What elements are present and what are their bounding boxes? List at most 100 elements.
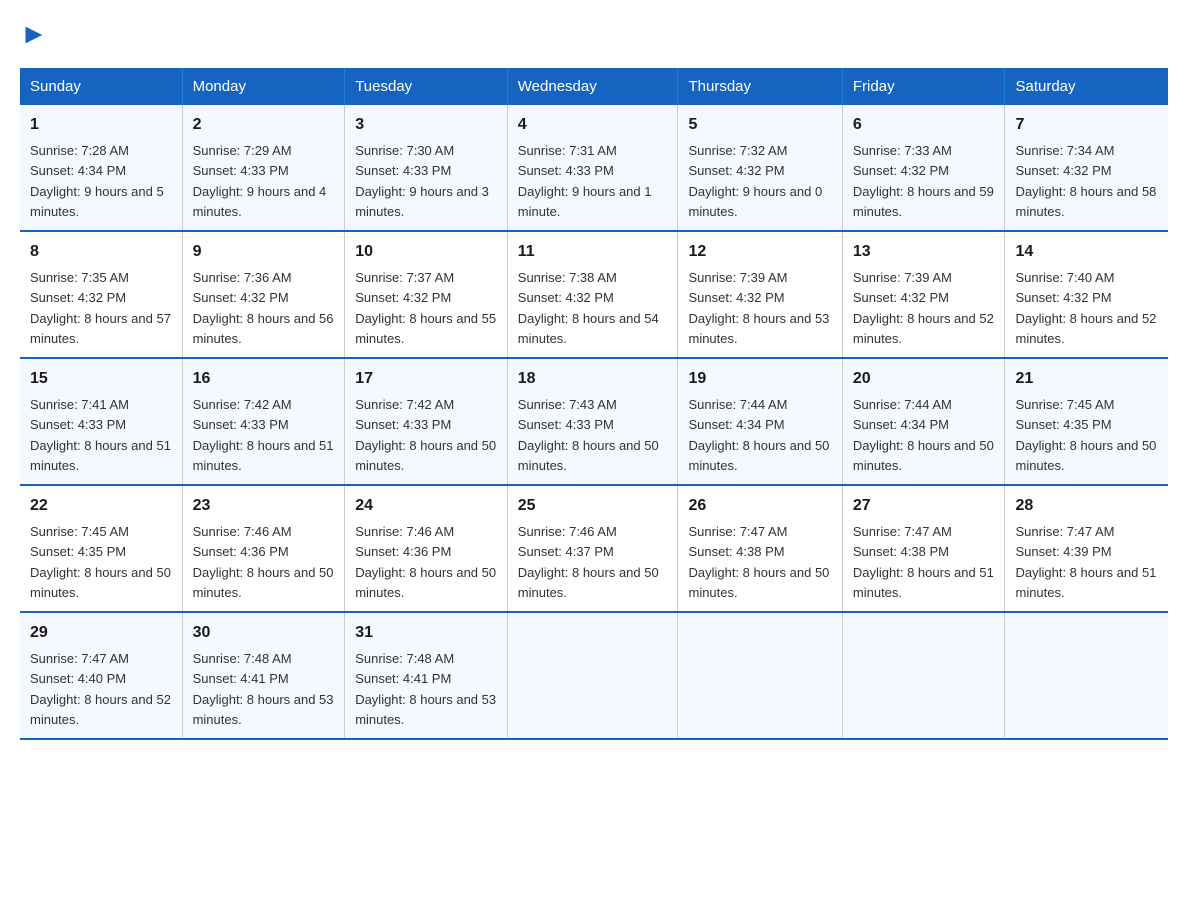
calendar-day-cell: 8 Sunrise: 7:35 AMSunset: 4:32 PMDayligh… — [20, 231, 182, 358]
day-number: 14 — [1015, 240, 1158, 264]
day-number: 2 — [193, 113, 335, 137]
day-info: Sunrise: 7:30 AMSunset: 4:33 PMDaylight:… — [355, 143, 489, 219]
day-info: Sunrise: 7:44 AMSunset: 4:34 PMDaylight:… — [688, 397, 829, 473]
day-number: 24 — [355, 494, 497, 518]
day-info: Sunrise: 7:39 AMSunset: 4:32 PMDaylight:… — [853, 270, 994, 346]
calendar-day-cell: 27 Sunrise: 7:47 AMSunset: 4:38 PMDaylig… — [842, 485, 1005, 612]
day-number: 4 — [518, 113, 668, 137]
calendar-day-cell: 19 Sunrise: 7:44 AMSunset: 4:34 PMDaylig… — [678, 358, 842, 485]
day-number: 9 — [193, 240, 335, 264]
day-info: Sunrise: 7:36 AMSunset: 4:32 PMDaylight:… — [193, 270, 334, 346]
day-info: Sunrise: 7:47 AMSunset: 4:38 PMDaylight:… — [853, 524, 994, 600]
day-info: Sunrise: 7:48 AMSunset: 4:41 PMDaylight:… — [355, 651, 496, 727]
day-number: 21 — [1015, 367, 1158, 391]
day-info: Sunrise: 7:42 AMSunset: 4:33 PMDaylight:… — [355, 397, 496, 473]
calendar-day-cell: 25 Sunrise: 7:46 AMSunset: 4:37 PMDaylig… — [507, 485, 678, 612]
calendar-day-cell: 2 Sunrise: 7:29 AMSunset: 4:33 PMDayligh… — [182, 105, 345, 231]
day-info: Sunrise: 7:38 AMSunset: 4:32 PMDaylight:… — [518, 270, 659, 346]
day-of-week-header: Thursday — [678, 68, 842, 105]
day-info: Sunrise: 7:31 AMSunset: 4:33 PMDaylight:… — [518, 143, 652, 219]
calendar-day-cell: 24 Sunrise: 7:46 AMSunset: 4:36 PMDaylig… — [345, 485, 508, 612]
day-number: 22 — [30, 494, 172, 518]
day-number: 1 — [30, 113, 172, 137]
calendar-day-cell: 26 Sunrise: 7:47 AMSunset: 4:38 PMDaylig… — [678, 485, 842, 612]
day-number: 16 — [193, 367, 335, 391]
calendar-day-cell: 11 Sunrise: 7:38 AMSunset: 4:32 PMDaylig… — [507, 231, 678, 358]
day-number: 27 — [853, 494, 995, 518]
day-of-week-header: Saturday — [1005, 68, 1168, 105]
calendar-day-cell: 23 Sunrise: 7:46 AMSunset: 4:36 PMDaylig… — [182, 485, 345, 612]
day-number: 6 — [853, 113, 995, 137]
calendar-day-cell: 30 Sunrise: 7:48 AMSunset: 4:41 PMDaylig… — [182, 612, 345, 739]
day-number: 7 — [1015, 113, 1158, 137]
day-number: 10 — [355, 240, 497, 264]
calendar-week-row: 29 Sunrise: 7:47 AMSunset: 4:40 PMDaylig… — [20, 612, 1168, 739]
calendar-day-cell: 12 Sunrise: 7:39 AMSunset: 4:32 PMDaylig… — [678, 231, 842, 358]
calendar-day-cell — [678, 612, 842, 739]
day-number: 12 — [688, 240, 831, 264]
day-number: 11 — [518, 240, 668, 264]
calendar-week-row: 8 Sunrise: 7:35 AMSunset: 4:32 PMDayligh… — [20, 231, 1168, 358]
day-number: 8 — [30, 240, 172, 264]
day-info: Sunrise: 7:47 AMSunset: 4:39 PMDaylight:… — [1015, 524, 1156, 600]
calendar-day-cell: 22 Sunrise: 7:45 AMSunset: 4:35 PMDaylig… — [20, 485, 182, 612]
day-info: Sunrise: 7:45 AMSunset: 4:35 PMDaylight:… — [1015, 397, 1156, 473]
calendar-day-cell: 16 Sunrise: 7:42 AMSunset: 4:33 PMDaylig… — [182, 358, 345, 485]
calendar-day-cell: 18 Sunrise: 7:43 AMSunset: 4:33 PMDaylig… — [507, 358, 678, 485]
day-number: 15 — [30, 367, 172, 391]
calendar-day-cell: 6 Sunrise: 7:33 AMSunset: 4:32 PMDayligh… — [842, 105, 1005, 231]
day-info: Sunrise: 7:47 AMSunset: 4:38 PMDaylight:… — [688, 524, 829, 600]
day-info: Sunrise: 7:46 AMSunset: 4:37 PMDaylight:… — [518, 524, 659, 600]
day-number: 25 — [518, 494, 668, 518]
day-number: 31 — [355, 621, 497, 645]
logo: ► — [20, 20, 48, 48]
day-of-week-header: Sunday — [20, 68, 182, 105]
day-info: Sunrise: 7:33 AMSunset: 4:32 PMDaylight:… — [853, 143, 994, 219]
calendar-day-cell: 10 Sunrise: 7:37 AMSunset: 4:32 PMDaylig… — [345, 231, 508, 358]
day-of-week-header: Tuesday — [345, 68, 508, 105]
day-info: Sunrise: 7:47 AMSunset: 4:40 PMDaylight:… — [30, 651, 171, 727]
calendar-week-row: 15 Sunrise: 7:41 AMSunset: 4:33 PMDaylig… — [20, 358, 1168, 485]
day-info: Sunrise: 7:46 AMSunset: 4:36 PMDaylight:… — [355, 524, 496, 600]
day-number: 20 — [853, 367, 995, 391]
day-info: Sunrise: 7:46 AMSunset: 4:36 PMDaylight:… — [193, 524, 334, 600]
page-header: ► — [20, 20, 1168, 48]
calendar-day-cell: 13 Sunrise: 7:39 AMSunset: 4:32 PMDaylig… — [842, 231, 1005, 358]
calendar-day-cell: 1 Sunrise: 7:28 AMSunset: 4:34 PMDayligh… — [20, 105, 182, 231]
day-info: Sunrise: 7:28 AMSunset: 4:34 PMDaylight:… — [30, 143, 164, 219]
day-info: Sunrise: 7:44 AMSunset: 4:34 PMDaylight:… — [853, 397, 994, 473]
calendar-day-cell — [842, 612, 1005, 739]
calendar-day-cell: 14 Sunrise: 7:40 AMSunset: 4:32 PMDaylig… — [1005, 231, 1168, 358]
day-info: Sunrise: 7:41 AMSunset: 4:33 PMDaylight:… — [30, 397, 171, 473]
day-of-week-header: Monday — [182, 68, 345, 105]
calendar-day-cell: 4 Sunrise: 7:31 AMSunset: 4:33 PMDayligh… — [507, 105, 678, 231]
day-of-week-header: Wednesday — [507, 68, 678, 105]
day-number: 28 — [1015, 494, 1158, 518]
day-info: Sunrise: 7:48 AMSunset: 4:41 PMDaylight:… — [193, 651, 334, 727]
day-number: 30 — [193, 621, 335, 645]
day-number: 23 — [193, 494, 335, 518]
calendar-day-cell: 21 Sunrise: 7:45 AMSunset: 4:35 PMDaylig… — [1005, 358, 1168, 485]
day-number: 18 — [518, 367, 668, 391]
calendar-day-cell: 20 Sunrise: 7:44 AMSunset: 4:34 PMDaylig… — [842, 358, 1005, 485]
day-info: Sunrise: 7:40 AMSunset: 4:32 PMDaylight:… — [1015, 270, 1156, 346]
calendar-table: SundayMondayTuesdayWednesdayThursdayFrid… — [20, 68, 1168, 740]
calendar-day-cell: 5 Sunrise: 7:32 AMSunset: 4:32 PMDayligh… — [678, 105, 842, 231]
calendar-day-cell: 3 Sunrise: 7:30 AMSunset: 4:33 PMDayligh… — [345, 105, 508, 231]
calendar-week-row: 22 Sunrise: 7:45 AMSunset: 4:35 PMDaylig… — [20, 485, 1168, 612]
calendar-day-cell: 29 Sunrise: 7:47 AMSunset: 4:40 PMDaylig… — [20, 612, 182, 739]
calendar-day-cell: 31 Sunrise: 7:48 AMSunset: 4:41 PMDaylig… — [345, 612, 508, 739]
day-number: 26 — [688, 494, 831, 518]
calendar-day-cell: 9 Sunrise: 7:36 AMSunset: 4:32 PMDayligh… — [182, 231, 345, 358]
day-info: Sunrise: 7:43 AMSunset: 4:33 PMDaylight:… — [518, 397, 659, 473]
day-info: Sunrise: 7:29 AMSunset: 4:33 PMDaylight:… — [193, 143, 327, 219]
calendar-day-cell: 17 Sunrise: 7:42 AMSunset: 4:33 PMDaylig… — [345, 358, 508, 485]
day-number: 29 — [30, 621, 172, 645]
calendar-week-row: 1 Sunrise: 7:28 AMSunset: 4:34 PMDayligh… — [20, 105, 1168, 231]
day-info: Sunrise: 7:39 AMSunset: 4:32 PMDaylight:… — [688, 270, 829, 346]
day-number: 19 — [688, 367, 831, 391]
day-number: 5 — [688, 113, 831, 137]
day-info: Sunrise: 7:37 AMSunset: 4:32 PMDaylight:… — [355, 270, 496, 346]
day-of-week-header: Friday — [842, 68, 1005, 105]
calendar-day-cell: 7 Sunrise: 7:34 AMSunset: 4:32 PMDayligh… — [1005, 105, 1168, 231]
